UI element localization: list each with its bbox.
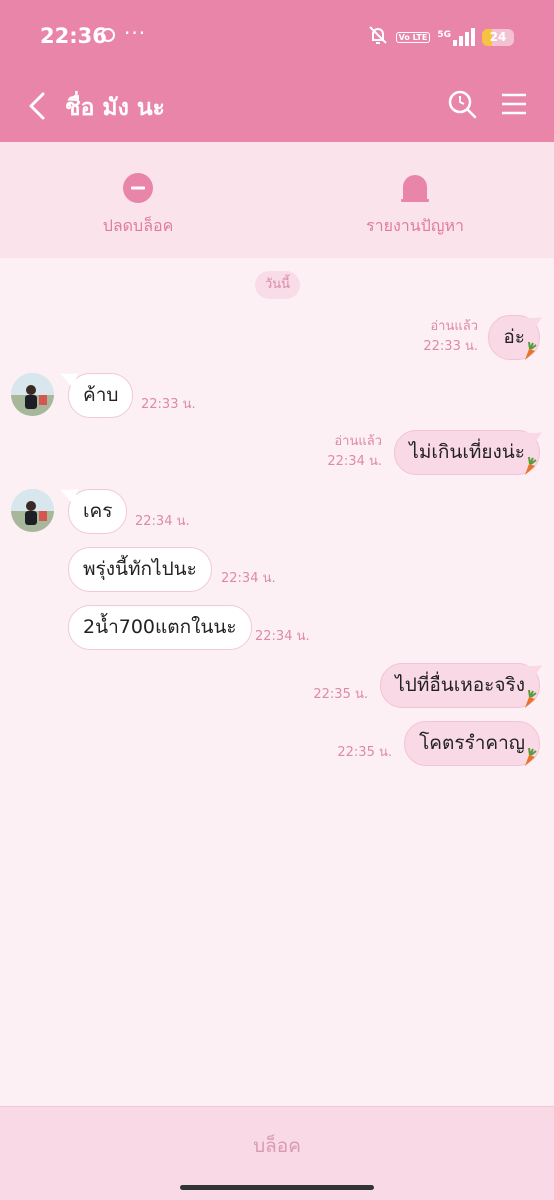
status-icons: Vo LTE 5G 24	[367, 24, 514, 50]
message-time: 22:34 น.	[221, 571, 276, 586]
search-icon	[448, 90, 477, 119]
volte-icon: Vo LTE	[395, 31, 431, 43]
bubble-tail	[524, 317, 542, 331]
message-time: 22:33 น.	[423, 339, 478, 354]
message-time: 22:35 น.	[337, 745, 392, 760]
block-button[interactable]: บล็อค	[0, 1131, 554, 1161]
carrot-icon	[525, 747, 537, 766]
chat-header: ชื่อ มัง นะ	[0, 70, 554, 142]
read-receipt: อ่านแล้ว	[430, 319, 478, 334]
bubble-tail	[524, 665, 542, 679]
bubble-tail	[60, 373, 78, 387]
back-button[interactable]	[22, 88, 58, 124]
report-label: รายงานปัญหา	[365, 216, 464, 235]
menu-button[interactable]	[500, 90, 528, 118]
message-time: 22:34 น.	[255, 629, 310, 644]
bubble-tail	[60, 489, 78, 503]
date-divider: วันนี้	[255, 271, 301, 299]
carrot-icon	[525, 341, 537, 360]
carrot-icon	[525, 456, 537, 475]
network-type: 5G	[437, 30, 451, 40]
status-bar: 22:36 ··· Vo LTE 5G 24	[0, 0, 554, 70]
signal-icon: 5G	[437, 28, 475, 46]
chat-area[interactable]: วันนี้ อ่านแล้ว 22:33 น. อ่ะ ค้าบ 22:33 …	[0, 258, 554, 1106]
search-button[interactable]	[446, 88, 478, 120]
chat-title: ชื่อ มัง นะ	[65, 95, 165, 121]
report-bell-icon	[401, 175, 429, 202]
message-time: 22:33 น.	[141, 397, 196, 412]
battery-icon: 24	[482, 28, 514, 46]
report-button[interactable]: รายงานปัญหา	[315, 172, 515, 239]
carrot-icon	[525, 689, 537, 708]
back-arrow-icon	[29, 92, 45, 120]
message-bubble-incoming[interactable]: 2น้ำ700แตกในนะ	[68, 605, 252, 650]
message-time: 22:34 น.	[327, 454, 382, 469]
message-bubble-incoming[interactable]: พรุ่งนี้ทักไปนะ	[68, 547, 212, 592]
message-time: 22:34 น.	[135, 514, 190, 529]
avatar[interactable]	[11, 373, 54, 416]
home-indicator[interactable]	[180, 1185, 374, 1190]
message-bubble-outgoing[interactable]: ไปที่อื่นเหอะจริง	[380, 663, 540, 708]
minus-circle-icon	[123, 173, 153, 203]
unblock-label: ปลดบล็อค	[102, 216, 174, 235]
action-bar: ปลดบล็อค รายงานปัญหา	[0, 142, 554, 258]
menu-icon	[502, 93, 526, 115]
bubble-tail	[524, 432, 542, 446]
battery-level: 24	[489, 29, 507, 44]
avatar[interactable]	[11, 489, 54, 532]
read-receipt: อ่านแล้ว	[334, 434, 382, 449]
message-bubble-outgoing[interactable]: ไม่เกินเที่ยงน่ะ	[394, 430, 540, 475]
unblock-button[interactable]: ปลดบล็อค	[38, 172, 238, 239]
chat-bubble-icon	[100, 27, 116, 47]
message-time: 22:35 น.	[313, 687, 368, 702]
mute-icon	[367, 24, 389, 50]
status-time: 22:36	[40, 24, 107, 48]
more-dots-icon: ···	[124, 21, 147, 45]
